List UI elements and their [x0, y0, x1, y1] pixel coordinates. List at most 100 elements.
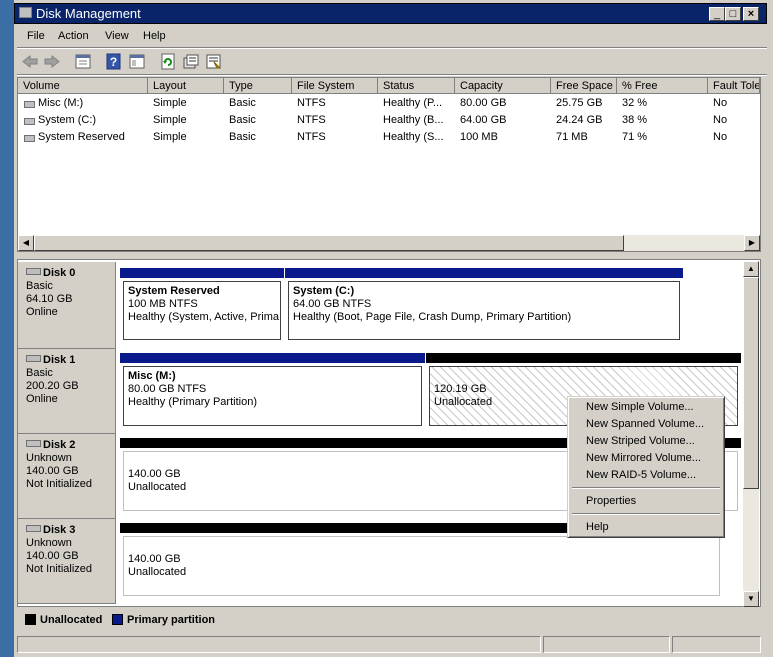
refresh-icon[interactable]: [159, 53, 177, 70]
close-button[interactable]: ×: [743, 7, 759, 21]
menu-view[interactable]: View: [105, 30, 129, 42]
menu-item-help[interactable]: Help: [586, 521, 609, 533]
drive-icon: [24, 135, 35, 142]
column-header-free-space[interactable]: Free Space: [551, 78, 617, 94]
cell-layout: Simple: [153, 97, 187, 109]
disk-1-label[interactable]: Disk 1 Basic 200.20 GB Online: [18, 349, 116, 434]
partition-misc-m[interactable]: Misc (M:) 80.00 GB NTFS Healthy (Primary…: [120, 353, 425, 429]
disk-type: Basic: [26, 367, 53, 379]
drive-icon: [24, 101, 35, 108]
partition-system-c[interactable]: System (C:) 64.00 GB NTFS Healthy (Boot,…: [285, 268, 683, 343]
cell-fault-tolerance: No: [713, 131, 728, 143]
scroll-up-button[interactable]: ▲: [743, 261, 759, 277]
maximize-button[interactable]: □: [725, 7, 741, 21]
disk-3-label[interactable]: Disk 3 Unknown 140.00 GB Not Initialized: [18, 519, 116, 604]
properties-icon[interactable]: [74, 53, 92, 70]
disk-size: 200.20 GB: [26, 380, 79, 392]
cell-file-system: NTFS: [297, 114, 326, 126]
cell-capacity: 100 MB: [460, 131, 498, 143]
legend: Unallocated Primary partition: [17, 609, 761, 631]
menu-action[interactable]: Action: [58, 30, 89, 42]
disk-name: Disk 0: [43, 267, 76, 279]
menu-file[interactable]: File: [27, 30, 45, 42]
disk-size: 140.00 GB: [26, 550, 79, 562]
disk-type: Basic: [26, 280, 53, 292]
menu-item-properties[interactable]: Properties: [586, 495, 636, 507]
menu-separator: [17, 47, 767, 49]
disk-status: Not Initialized: [26, 478, 93, 490]
settings-icon[interactable]: [205, 53, 223, 70]
disk-0-label[interactable]: Disk 0 Basic 64.10 GB Online: [18, 262, 116, 349]
cell-fault-tolerance: No: [713, 97, 728, 109]
disk-2-label[interactable]: Disk 2 Unknown 140.00 GB Not Initialized: [18, 434, 116, 519]
partition-system-reserved[interactable]: System Reserved 100 MB NTFS Healthy (Sys…: [120, 268, 284, 343]
disk-name: Disk 1: [43, 354, 76, 366]
toolbar-separator: [17, 74, 767, 76]
disk-size: 140.00 GB: [26, 465, 79, 477]
partition-status: Healthy (Boot, Page File, Crash Dump, Pr…: [293, 311, 572, 323]
partition-size: 140.00 GB: [128, 553, 181, 565]
legend-item-primary: Primary partition: [112, 614, 215, 626]
partition-title: System (C:): [293, 285, 355, 297]
disk-icon: [26, 268, 41, 275]
menu-help[interactable]: Help: [143, 30, 166, 42]
show-hide-icon[interactable]: [128, 53, 146, 70]
cell-type: Basic: [229, 97, 256, 109]
menu-item-new-simple-volume[interactable]: New Simple Volume...: [586, 401, 694, 413]
legend-label: Primary partition: [127, 614, 216, 626]
help-icon[interactable]: ?: [105, 53, 123, 70]
disk-name: Disk 3: [43, 524, 76, 536]
partition-title: Misc (M:): [128, 370, 176, 382]
partition-size: 64.00 GB NTFS: [293, 298, 372, 310]
partition-size: 80.00 GB NTFS: [128, 383, 207, 395]
menu-item-new-striped-volume[interactable]: New Striped Volume...: [586, 435, 695, 447]
forward-icon[interactable]: [43, 53, 61, 70]
primary-partition-bar: [120, 353, 425, 363]
cell-free-space: 71 MB: [556, 131, 588, 143]
column-header-type[interactable]: Type: [224, 78, 292, 94]
cell-layout: Simple: [153, 131, 187, 143]
cell-volume: Misc (M:): [38, 97, 84, 109]
vertical-scroll-thumb[interactable]: [743, 277, 759, 489]
drive-icon: [24, 118, 35, 125]
back-icon[interactable]: [21, 53, 39, 70]
primary-partition-bar: [285, 268, 683, 278]
disk-name: Disk 2: [43, 439, 76, 451]
rescan-icon[interactable]: [182, 53, 200, 70]
cell-type: Basic: [229, 114, 256, 126]
column-header-layout[interactable]: Layout: [148, 78, 224, 94]
cell-status: Healthy (S...: [383, 131, 444, 143]
scroll-right-button[interactable]: ▶: [744, 235, 760, 251]
column-header-capacity[interactable]: Capacity: [455, 78, 551, 94]
horizontal-scroll-thumb[interactable]: [34, 235, 624, 251]
cell-status: Healthy (P...: [383, 97, 443, 109]
window-title: Disk Management: [36, 6, 141, 21]
column-header-volume[interactable]: Volume: [18, 78, 148, 94]
menu-item-new-mirrored-volume[interactable]: New Mirrored Volume...: [586, 452, 701, 464]
cell-file-system: NTFS: [297, 97, 326, 109]
cell-status: Healthy (B...: [383, 114, 444, 126]
column-header-percent-free[interactable]: % Free: [617, 78, 708, 94]
menu-separator: [572, 487, 720, 489]
disk-type: Unknown: [26, 537, 72, 549]
disk-icon: [26, 355, 41, 362]
cell-volume: System Reserved: [38, 131, 125, 143]
column-header-fault-tolerance[interactable]: Fault Tole: [708, 78, 760, 94]
disk-status: Online: [26, 393, 58, 405]
menu-item-new-spanned-volume[interactable]: New Spanned Volume...: [586, 418, 704, 430]
column-header-file-system[interactable]: File System: [292, 78, 378, 94]
column-header-status[interactable]: Status: [378, 78, 455, 94]
app-icon: [19, 7, 32, 18]
scroll-left-button[interactable]: ◀: [18, 235, 34, 251]
menu-item-new-raid5-volume[interactable]: New RAID-5 Volume...: [586, 469, 696, 481]
minimize-button[interactable]: _: [709, 7, 725, 21]
disk-type: Unknown: [26, 452, 72, 464]
menu-separator: [572, 513, 720, 515]
cell-capacity: 64.00 GB: [460, 114, 507, 126]
disk-status: Online: [26, 306, 58, 318]
primary-partition-bar: [120, 268, 284, 278]
primary-swatch: [112, 614, 123, 625]
disk-size: 64.10 GB: [26, 293, 73, 305]
scroll-down-button[interactable]: ▼: [743, 591, 759, 607]
cell-type: Basic: [229, 131, 256, 143]
